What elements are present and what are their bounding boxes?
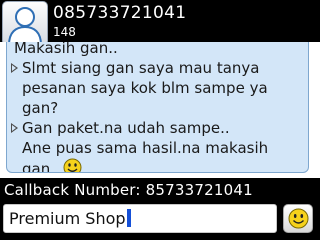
- message-line: Gan paket.na udah sampe..: [10, 118, 304, 138]
- callback-value: 85733721041: [145, 181, 253, 199]
- conversation-header: 085733721041 148: [0, 0, 320, 48]
- message-line: pesanan saya kok blm sampe ya: [22, 79, 268, 97]
- emoticon-button[interactable]: [283, 204, 313, 233]
- message-compose-input[interactable]: Premium Shop: [3, 204, 277, 233]
- text-caret: [126, 209, 131, 227]
- smiley-icon: [63, 158, 82, 172]
- callback-label: Callback Number:: [4, 181, 141, 199]
- conversation-area[interactable]: Makasih gan.. Slmt siang gan saya mau ta…: [0, 42, 320, 178]
- message-line: Slmt siang gan saya mau tanya: [10, 58, 304, 78]
- smiley-icon: [288, 208, 309, 229]
- message-arrow-icon: [11, 63, 18, 73]
- message-bubble[interactable]: Makasih gan.. Slmt siang gan saya mau ta…: [6, 42, 309, 173]
- contact-avatar-icon[interactable]: [2, 1, 48, 46]
- message-line: Ane puas sama hasil.na makasih: [22, 139, 269, 157]
- contact-pin: 148: [53, 25, 76, 39]
- message-line: gan?: [22, 99, 59, 117]
- contact-number: 085733721041: [53, 3, 187, 23]
- compose-text: Premium Shop: [9, 209, 126, 228]
- callback-number: Callback Number: 85733721041: [4, 180, 253, 200]
- message-line: gan..: [10, 158, 304, 172]
- message-arrow-icon: [11, 123, 18, 133]
- message-line: Makasih gan..: [14, 42, 118, 57]
- compose-footer: Callback Number: 85733721041 Premium Sho…: [0, 178, 320, 240]
